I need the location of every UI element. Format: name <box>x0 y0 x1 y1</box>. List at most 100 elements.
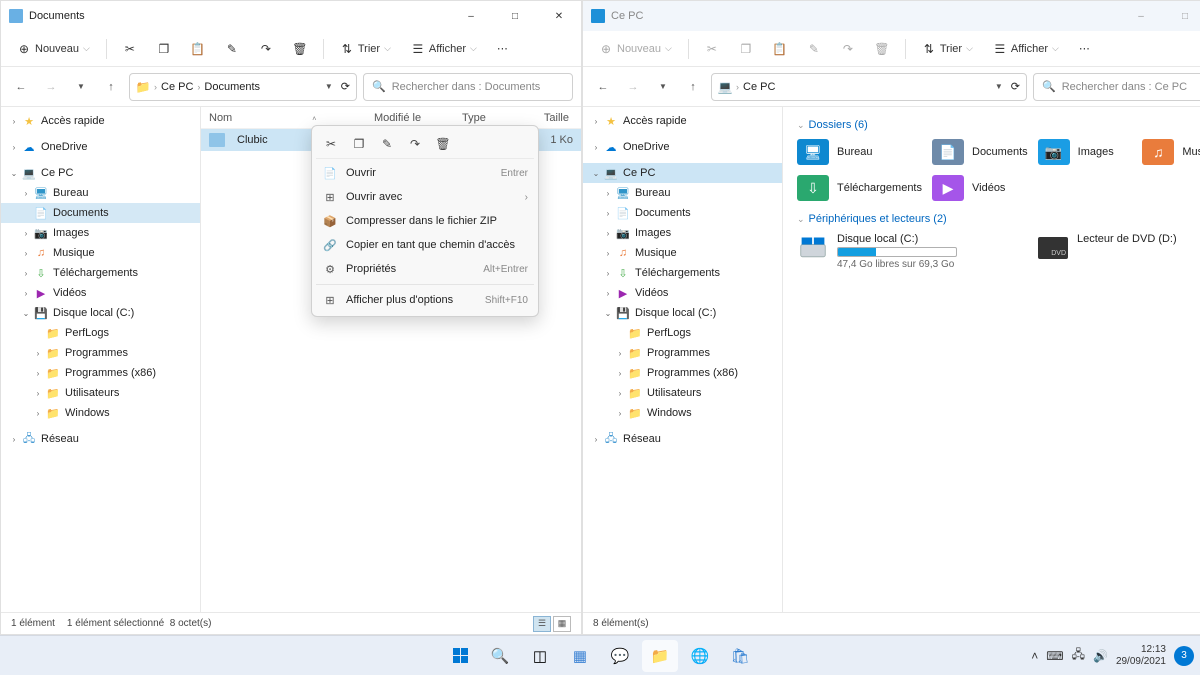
col-size[interactable]: Taille <box>529 112 577 124</box>
tree-this-pc[interactable]: ⌄💻Ce PC <box>583 163 782 183</box>
tree-documents[interactable]: 📄Documents <box>1 203 200 223</box>
tree-images[interactable]: ›📷Images <box>1 223 200 243</box>
tray-chevron-icon[interactable]: ˄ <box>1031 649 1038 663</box>
minimize-button[interactable]: – <box>449 1 493 31</box>
folder-tile-videos[interactable]: ▶Vidéos <box>932 175 1028 201</box>
tree-windows[interactable]: ›📁Windows <box>583 403 782 423</box>
tree-network[interactable]: ›🖧Réseau <box>583 429 782 449</box>
col-modified[interactable]: Modifié le <box>366 112 454 124</box>
tree-onedrive[interactable]: ›☁OneDrive <box>1 137 200 157</box>
start-button[interactable] <box>442 640 478 672</box>
folder-tile-downloads[interactable]: ⇩Téléchargements <box>797 175 922 201</box>
dropdown-icon[interactable]: ▼ <box>325 82 333 91</box>
folder-tile-images[interactable]: 📷Images <box>1038 139 1133 165</box>
recent-button[interactable]: ▼ <box>651 75 675 99</box>
copy-button[interactable]: ❐ <box>731 38 761 60</box>
tree-windows[interactable]: ›📁Windows <box>1 403 200 423</box>
tree-programs[interactable]: ›📁Programmes <box>583 343 782 363</box>
delete-icon[interactable]: 🗑 <box>434 135 452 153</box>
network-icon[interactable]: 🖧 <box>1072 645 1085 666</box>
forward-button[interactable]: → <box>39 75 63 99</box>
keyboard-icon[interactable]: ⌨ <box>1046 649 1063 663</box>
recent-button[interactable]: ▼ <box>69 75 93 99</box>
close-button[interactable]: ✕ <box>537 1 581 31</box>
tree-downloads[interactable]: ›⇩Téléchargements <box>583 263 782 283</box>
tree-drive-c[interactable]: ⌄💾Disque local (C:) <box>1 303 200 323</box>
maximize-button[interactable]: □ <box>1163 1 1200 31</box>
col-type[interactable]: Type <box>454 112 529 124</box>
tree-users[interactable]: ›📁Utilisateurs <box>1 383 200 403</box>
tree-drive-c[interactable]: ⌄💾Disque local (C:) <box>583 303 782 323</box>
tree-quick-access[interactable]: ›★Accès rapide <box>1 111 200 131</box>
ctx-open-with[interactable]: ⊞Ouvrir avec› <box>316 185 534 209</box>
cut-button[interactable]: ✂ <box>115 38 145 60</box>
folder-tile-desktop[interactable]: 🖥Bureau <box>797 139 922 165</box>
drive-tile-dvd[interactable]: DVD Lecteur de DVD (D:) <box>1037 233 1200 270</box>
ctx-properties[interactable]: ⚙PropriétésAlt+Entrer <box>316 257 534 281</box>
tree-downloads[interactable]: ›⇩Téléchargements <box>1 263 200 283</box>
dropdown-icon[interactable]: ▼ <box>995 82 1003 91</box>
section-drives[interactable]: ⌄Périphériques et lecteurs (2) <box>797 213 1200 225</box>
back-button[interactable]: ← <box>591 75 615 99</box>
tree-perflogs[interactable]: 📁PerfLogs <box>583 323 782 343</box>
forward-button[interactable]: → <box>621 75 645 99</box>
search-input[interactable]: 🔍 Rechercher dans : Documents <box>363 73 573 101</box>
ctx-show-more[interactable]: ⊞Afficher plus d'optionsShift+F10 <box>316 288 534 312</box>
taskbar-clock[interactable]: 12:13 29/09/2021 <box>1116 644 1166 668</box>
copy-icon[interactable]: ❐ <box>350 135 368 153</box>
tree-programs-x86[interactable]: ›📁Programmes (x86) <box>1 363 200 383</box>
tree-programs[interactable]: ›📁Programmes <box>1 343 200 363</box>
tree-onedrive[interactable]: ›☁OneDrive <box>583 137 782 157</box>
tree-perflogs[interactable]: 📁PerfLogs <box>1 323 200 343</box>
rename-icon[interactable]: ✎ <box>378 135 396 153</box>
maximize-button[interactable]: □ <box>493 1 537 31</box>
paste-button[interactable]: 📋 <box>183 38 213 60</box>
view-button[interactable]: ☰Afficher ⌵ <box>985 38 1067 60</box>
tree-users[interactable]: ›📁Utilisateurs <box>583 383 782 403</box>
col-name[interactable]: Nom˄ <box>201 112 366 124</box>
address-bar[interactable]: 📁 › Ce PC › Documents ▼ ⟳ <box>129 73 357 101</box>
details-view-button[interactable]: ☰ <box>533 616 551 632</box>
refresh-button[interactable]: ⟳ <box>341 80 350 93</box>
chat-button[interactable]: 💬 <box>602 640 638 672</box>
folder-tile-music[interactable]: ♫Musique <box>1142 139 1200 165</box>
up-button[interactable]: ↑ <box>99 75 123 99</box>
share-button[interactable]: ↷ <box>833 38 863 60</box>
rename-button[interactable]: ✎ <box>217 38 247 60</box>
tree-documents[interactable]: ›📄Documents <box>583 203 782 223</box>
refresh-button[interactable]: ⟳ <box>1011 80 1020 93</box>
cut-button[interactable]: ✂ <box>697 38 727 60</box>
tree-desktop[interactable]: ›🖥Bureau <box>1 183 200 203</box>
tree-music[interactable]: ›♫Musique <box>1 243 200 263</box>
address-bar[interactable]: 💻 › Ce PC ▼ ⟳ <box>711 73 1027 101</box>
delete-button[interactable]: 🗑 <box>285 38 315 60</box>
widgets-button[interactable]: ▦ <box>562 640 598 672</box>
titlebar[interactable]: Ce PC – □ ✕ <box>583 1 1200 31</box>
ctx-open[interactable]: 📄OuvrirEntrer <box>316 161 534 185</box>
paste-button[interactable]: 📋 <box>765 38 795 60</box>
tree-videos[interactable]: ›▶Vidéos <box>583 283 782 303</box>
ctx-copy-path[interactable]: 🔗Copier en tant que chemin d'accès <box>316 233 534 257</box>
back-button[interactable]: ← <box>9 75 33 99</box>
more-button[interactable]: ⋯ <box>1071 38 1098 59</box>
view-button[interactable]: ☰Afficher ⌵ <box>403 38 485 60</box>
taskbar-edge[interactable]: 🌐 <box>682 640 718 672</box>
up-button[interactable]: ↑ <box>681 75 705 99</box>
tree-quick-access[interactable]: ›★Accès rapide <box>583 111 782 131</box>
notifications-button[interactable]: 3 <box>1174 646 1194 666</box>
volume-icon[interactable]: 🔊 <box>1093 649 1108 663</box>
taskbar-store[interactable]: 🛍 <box>722 640 758 672</box>
delete-button[interactable]: 🗑 <box>867 38 897 60</box>
tree-this-pc[interactable]: ⌄💻Ce PC <box>1 163 200 183</box>
folder-tile-documents[interactable]: 📄Documents <box>932 139 1028 165</box>
taskbar-explorer[interactable]: 📁 <box>642 640 678 672</box>
ctx-compress-zip[interactable]: 📦Compresser dans le fichier ZIP <box>316 209 534 233</box>
cut-icon[interactable]: ✂ <box>322 135 340 153</box>
tree-music[interactable]: ›♫Musique <box>583 243 782 263</box>
tiles-view-button[interactable]: ▦ <box>553 616 571 632</box>
share-icon[interactable]: ↷ <box>406 135 424 153</box>
search-button[interactable]: 🔍 <box>482 640 518 672</box>
share-button[interactable]: ↷ <box>251 38 281 60</box>
new-button[interactable]: ⊕Nouveau ⌵ <box>9 38 98 60</box>
sort-button[interactable]: ⇅Trier ⌵ <box>914 38 981 60</box>
